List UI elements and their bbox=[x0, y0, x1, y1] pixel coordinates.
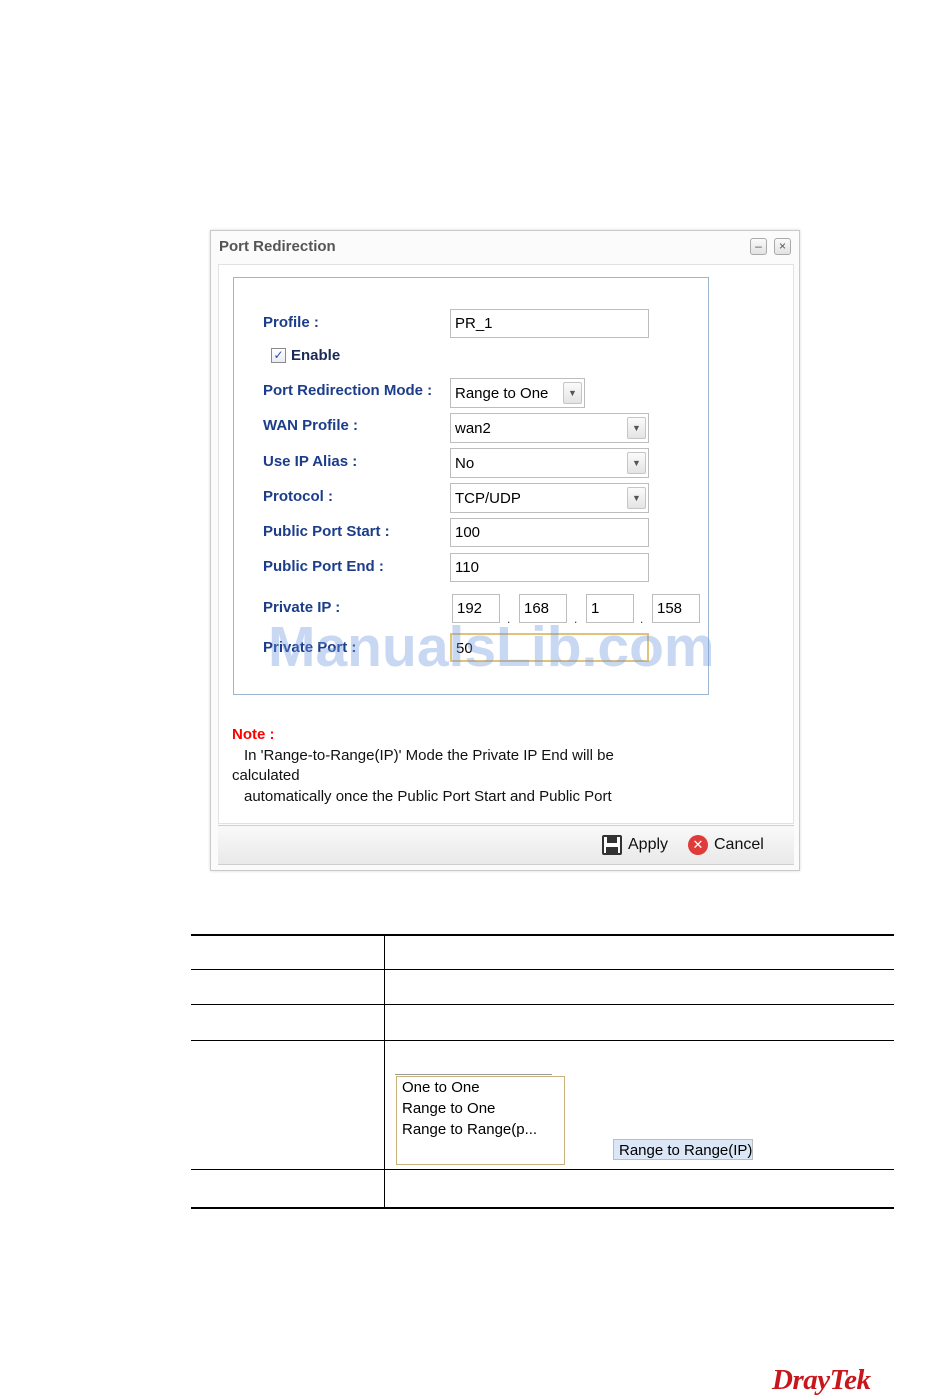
private-port-input[interactable]: 50 bbox=[450, 633, 649, 662]
profile-input[interactable]: PR_1 bbox=[450, 309, 649, 338]
port-redirection-dialog: Port Redirection – × Profile : PR_1 ✓ En… bbox=[210, 230, 800, 871]
apply-label: Apply bbox=[628, 836, 669, 853]
note-title: Note : bbox=[232, 726, 275, 743]
settings-panel: Profile : PR_1 ✓ Enable Port Redirection… bbox=[233, 277, 709, 695]
dialog-title: Port Redirection bbox=[219, 238, 336, 255]
protocol-label: Protocol : bbox=[263, 488, 333, 505]
note-line: automatically once the Public Port Start… bbox=[244, 787, 612, 805]
public-port-start-input[interactable]: 100 bbox=[450, 518, 649, 547]
private-ip-octet-2[interactable]: 168 bbox=[519, 594, 567, 623]
ip-alias-label: Use IP Alias : bbox=[263, 453, 358, 470]
wan-profile-select[interactable]: wan2 ▼ bbox=[450, 413, 649, 443]
save-icon bbox=[602, 835, 622, 855]
table-column-divider bbox=[384, 934, 385, 1209]
close-button[interactable]: × bbox=[774, 238, 791, 255]
table-rule bbox=[191, 1040, 894, 1041]
enable-checkbox[interactable]: ✓ bbox=[271, 348, 286, 363]
private-ip-label: Private IP : bbox=[263, 599, 341, 616]
chevron-down-icon: ▼ bbox=[627, 452, 646, 474]
table-rule bbox=[191, 969, 894, 970]
profile-label: Profile : bbox=[263, 314, 319, 331]
ip-separator: . bbox=[574, 612, 578, 626]
chevron-down-icon: ▼ bbox=[627, 417, 646, 439]
public-port-start-label: Public Port Start : bbox=[263, 523, 390, 540]
public-port-end-input[interactable]: 110 bbox=[450, 553, 649, 582]
ip-separator: . bbox=[640, 612, 644, 626]
note-line: In 'Range-to-Range(IP)' Mode the Private… bbox=[244, 746, 614, 764]
note-line: calculated bbox=[232, 767, 300, 784]
mode-select[interactable]: Range to One ▼ bbox=[450, 378, 585, 408]
explanation-table: One to One Range to One Range to Range(p… bbox=[191, 934, 894, 1209]
ip-alias-select[interactable]: No ▼ bbox=[450, 448, 649, 478]
dialog-footer: Apply ✕ Cancel bbox=[218, 825, 794, 865]
wan-profile-value: wan2 bbox=[455, 420, 491, 437]
private-ip-octet-4[interactable]: 158 bbox=[652, 594, 700, 623]
mode-label: Port Redirection Mode : bbox=[263, 382, 433, 399]
mode-dropdown-list[interactable]: One to One Range to One Range to Range(p… bbox=[396, 1076, 754, 1165]
minimize-button[interactable]: – bbox=[750, 238, 767, 255]
note-block: Note : In 'Range-to-Range(IP)' Mode the … bbox=[232, 725, 672, 807]
enable-label: Enable bbox=[291, 347, 341, 364]
draytek-logo: DrayTek bbox=[772, 1364, 871, 1396]
wan-profile-label: WAN Profile : bbox=[263, 417, 359, 434]
protocol-select[interactable]: TCP/UDP ▼ bbox=[450, 483, 649, 513]
protocol-value: TCP/UDP bbox=[455, 490, 521, 507]
table-rule bbox=[191, 934, 894, 936]
dialog-body: Profile : PR_1 ✓ Enable Port Redirection… bbox=[218, 264, 794, 824]
cancel-button[interactable]: ✕ Cancel bbox=[688, 835, 764, 855]
chevron-down-icon: ▼ bbox=[627, 487, 646, 509]
dropdown-option[interactable]: Range to One bbox=[397, 1098, 564, 1119]
private-port-label: Private Port : bbox=[263, 639, 357, 656]
cancel-label: Cancel bbox=[714, 836, 764, 853]
ip-separator: . bbox=[507, 612, 511, 626]
dropdown-option[interactable]: One to One bbox=[397, 1077, 564, 1098]
chevron-down-icon: ▼ bbox=[563, 382, 582, 404]
cancel-icon: ✕ bbox=[688, 835, 708, 855]
mode-select-value: Range to One bbox=[455, 385, 549, 402]
private-ip-octet-1[interactable]: 192 bbox=[452, 594, 500, 623]
apply-button[interactable]: Apply bbox=[602, 835, 668, 855]
private-ip-octet-3[interactable]: 1 bbox=[586, 594, 634, 623]
dropdown-option-selected[interactable]: Range to Range(IP) bbox=[613, 1139, 754, 1161]
table-rule bbox=[191, 1004, 894, 1005]
table-rule bbox=[191, 1169, 894, 1170]
dropdown-option[interactable]: Range to Range(p... bbox=[397, 1119, 564, 1140]
public-port-end-label: Public Port End : bbox=[263, 558, 384, 575]
table-rule bbox=[191, 1207, 894, 1209]
ip-alias-value: No bbox=[455, 455, 475, 472]
